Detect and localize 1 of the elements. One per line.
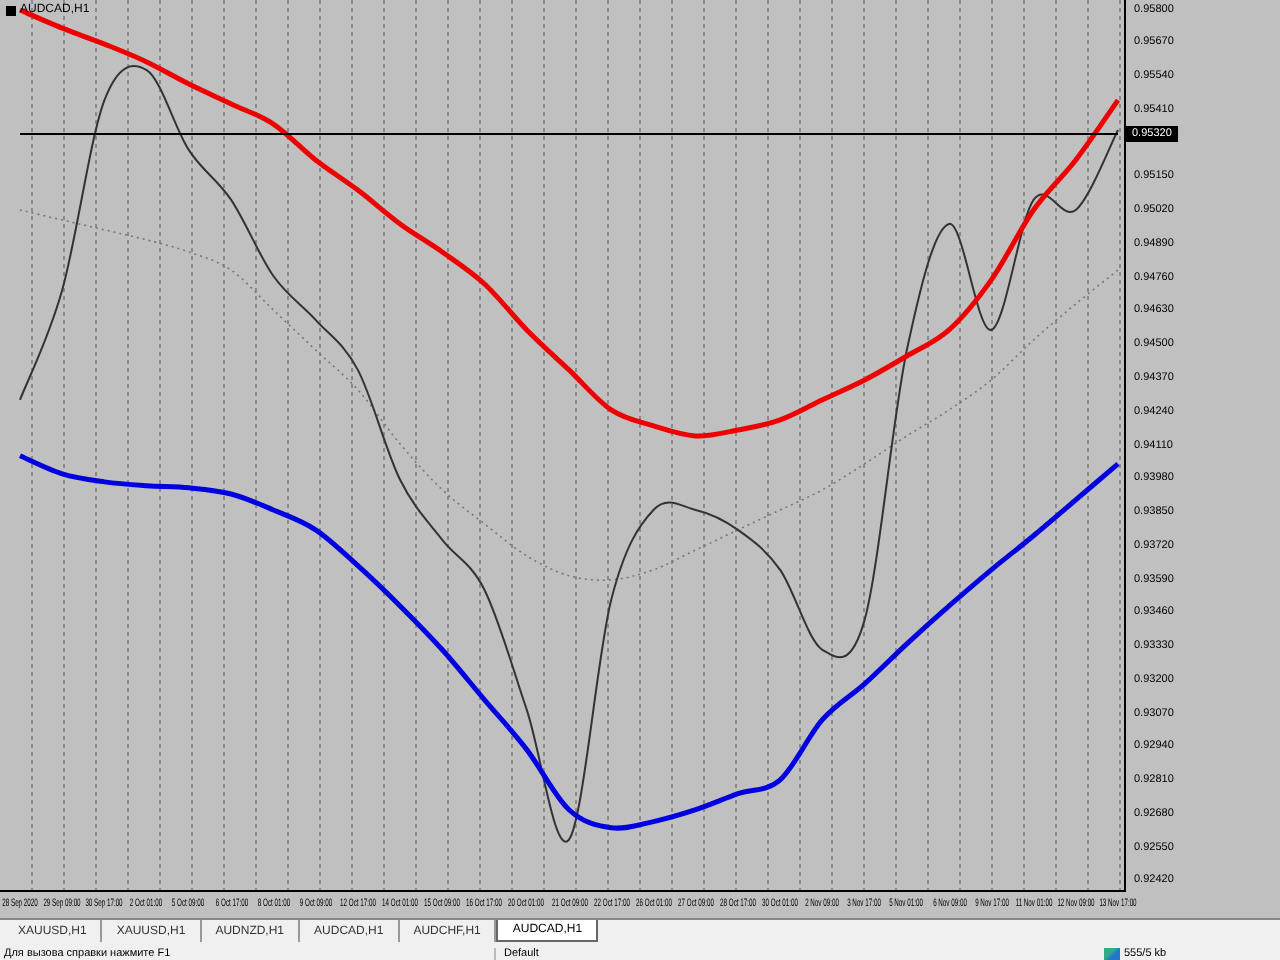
connection-icon — [1104, 947, 1120, 959]
